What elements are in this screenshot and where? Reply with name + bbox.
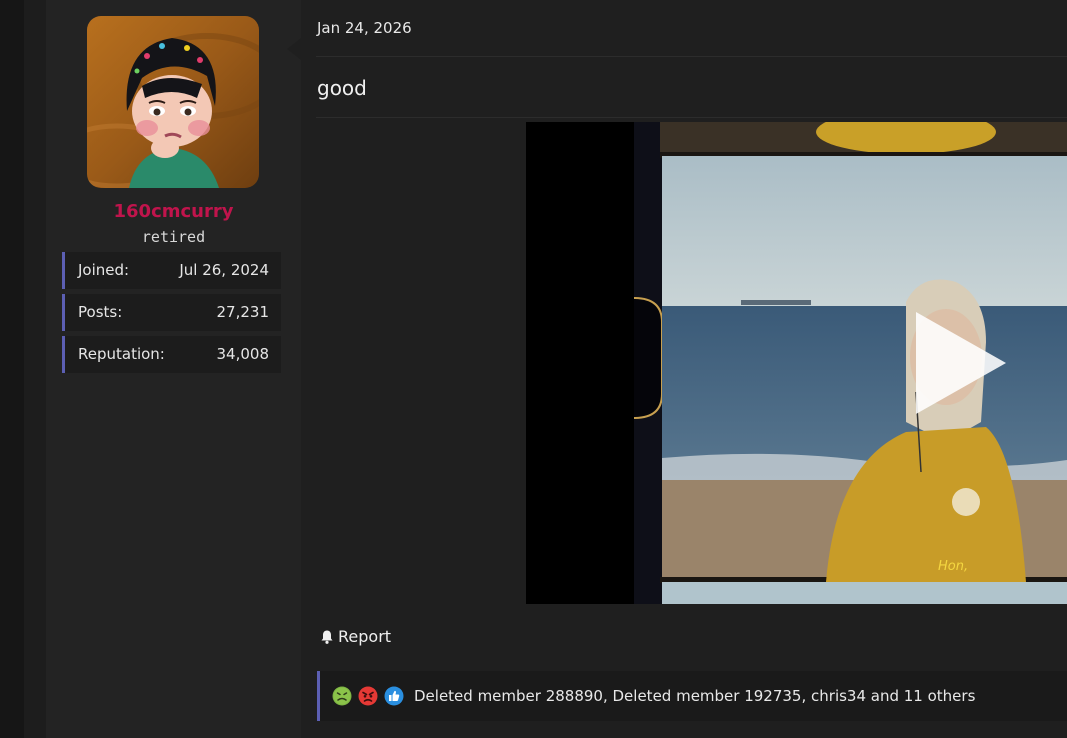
thumbs-up-icon: [384, 686, 404, 706]
stat-reputation: Reputation: 34,008: [62, 336, 281, 373]
stat-joined: Joined: Jul 26, 2024: [62, 252, 281, 289]
video-player[interactable]: Hon,: [526, 122, 1067, 604]
stat-value[interactable]: 27,231: [217, 303, 270, 321]
stat-label: Joined:: [78, 261, 130, 279]
video-frame: Hon,: [526, 122, 1067, 604]
report-button[interactable]: Report: [319, 627, 391, 646]
page: 160cmcurry retired Joined: Jul 26, 2024 …: [0, 0, 1067, 738]
stat-label: Posts:: [78, 303, 123, 321]
user-title: retired: [141, 228, 206, 246]
avatar[interactable]: [87, 16, 259, 188]
username[interactable]: 160cmcurry: [46, 201, 301, 222]
stat-value: Jul 26, 2024: [179, 261, 269, 279]
post-date[interactable]: Jan 24, 2026: [317, 19, 412, 37]
bell-icon: [321, 630, 333, 644]
post-arrow: [287, 38, 301, 60]
divider: [316, 56, 1067, 57]
avatar-image: [87, 16, 259, 188]
post-message: good: [317, 76, 367, 100]
angry-face-icon: [358, 686, 378, 706]
reactions-list[interactable]: Deleted member 288890, Deleted member 19…: [414, 687, 975, 705]
report-label: Report: [338, 627, 392, 646]
reactions-bar[interactable]: Deleted member 288890, Deleted member 19…: [317, 671, 1067, 721]
stat-label: Reputation:: [78, 345, 165, 363]
stat-value: 34,008: [216, 345, 270, 363]
sick-face-icon: [332, 686, 352, 706]
left-edge: [0, 0, 24, 738]
divider: [316, 117, 1067, 118]
stat-posts: Posts: 27,231: [62, 294, 281, 331]
left-gutter: [24, 0, 46, 738]
video-subtitle: Hon,: [938, 559, 968, 574]
